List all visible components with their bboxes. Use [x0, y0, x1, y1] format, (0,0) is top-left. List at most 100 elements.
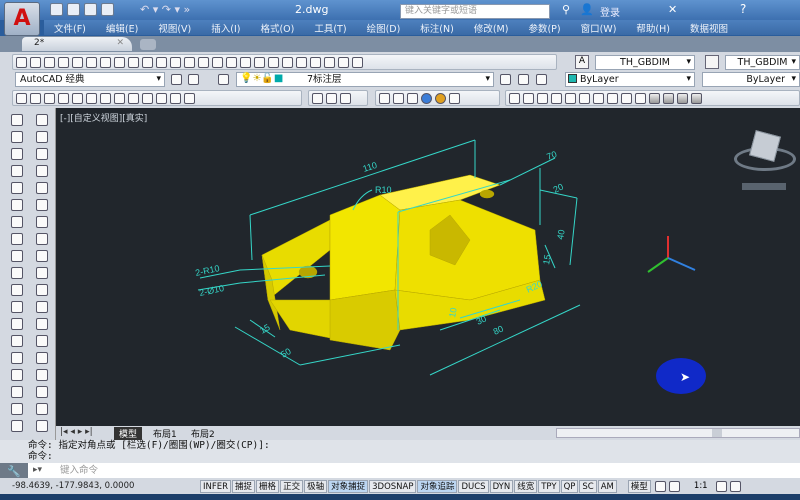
color-select[interactable]: ByLayer: [565, 72, 695, 87]
ucs-y-icon[interactable]: [156, 92, 167, 104]
sweep-icon[interactable]: [677, 92, 688, 104]
toggle-otrack[interactable]: 对象追踪: [417, 479, 458, 493]
open-icon[interactable]: [67, 3, 80, 16]
copy-icon[interactable]: [128, 56, 139, 68]
pan-icon[interactable]: [212, 56, 223, 68]
saveas-icon[interactable]: [101, 3, 114, 16]
visual-styles-manager-icon[interactable]: [449, 92, 460, 104]
circle-icon[interactable]: [11, 216, 23, 228]
orbit-icon[interactable]: [326, 92, 337, 104]
tab-nav-arrows[interactable]: |◂ ◂ ▸ ▸|: [60, 427, 93, 437]
calculator-icon[interactable]: [338, 56, 349, 68]
torus-icon[interactable]: [593, 92, 604, 104]
toggle-infer[interactable]: INFER: [200, 479, 232, 493]
polygon-icon[interactable]: [11, 165, 23, 177]
auto-scale-icon[interactable]: [729, 480, 741, 492]
menu-edit[interactable]: 编辑(E): [96, 20, 148, 35]
redo-icon[interactable]: [198, 56, 209, 68]
menu-draw[interactable]: 绘图(D): [357, 20, 411, 35]
user-icon[interactable]: 👤: [580, 3, 594, 16]
break-icon[interactable]: [36, 301, 48, 313]
search-input[interactable]: 键入关键字或短语: [400, 4, 550, 19]
toggle-ortho[interactable]: 正交: [280, 479, 304, 493]
undo-icon[interactable]: [184, 56, 195, 68]
toggle-osnap[interactable]: 对象捕捉: [328, 479, 369, 493]
undo-redo-icons[interactable]: ↶ ▾ ↷ ▾ »: [140, 3, 190, 16]
join-icon[interactable]: [36, 318, 48, 330]
viewcube[interactable]: [730, 125, 800, 195]
2d-wireframe-icon[interactable]: [379, 92, 390, 104]
region-icon[interactable]: [11, 386, 23, 398]
mirror-icon[interactable]: [36, 148, 48, 160]
quick-view-layouts-icon[interactable]: [654, 480, 666, 492]
3d-dwf-icon[interactable]: [100, 56, 111, 68]
print-icon[interactable]: [58, 56, 69, 68]
table-icon[interactable]: [11, 403, 23, 415]
save-icon[interactable]: [44, 56, 55, 68]
chamfer-icon[interactable]: [36, 335, 48, 347]
helix-icon[interactable]: [621, 92, 632, 104]
zoom-realtime-icon[interactable]: [226, 56, 237, 68]
tab-model[interactable]: 模型: [114, 427, 143, 440]
toggle-tpy[interactable]: TPY: [538, 479, 560, 493]
toggle-snap[interactable]: 捕捉: [232, 479, 256, 493]
dim-style-icon[interactable]: [705, 55, 719, 69]
layer-states-icon[interactable]: [536, 74, 547, 85]
3d-move-icon[interactable]: [312, 92, 323, 104]
save-icon[interactable]: [84, 3, 97, 16]
wedge-icon[interactable]: [537, 92, 548, 104]
toggle-lineweight[interactable]: 线宽: [514, 479, 538, 493]
layer-previous-icon[interactable]: [518, 74, 529, 85]
make-current-layer-icon[interactable]: [500, 74, 511, 85]
file-tab[interactable]: 2* ✕: [22, 37, 132, 51]
array-icon[interactable]: [36, 182, 48, 194]
revolve-icon[interactable]: [691, 92, 702, 104]
make-block-icon[interactable]: [11, 318, 23, 330]
ucs-x-icon[interactable]: [142, 92, 153, 104]
menu-data-view[interactable]: 数据视图: [680, 20, 738, 35]
menu-dimension[interactable]: 标注(N): [410, 20, 464, 35]
workspace-settings-icon[interactable]: [171, 74, 182, 85]
box-icon[interactable]: [523, 92, 534, 104]
presspull-icon[interactable]: [663, 92, 674, 104]
annotation-visibility-icon[interactable]: [715, 480, 727, 492]
new-icon[interactable]: [50, 3, 63, 16]
ucs-icon[interactable]: [16, 92, 27, 104]
toggle-qp[interactable]: QP: [560, 479, 579, 493]
rectangle-icon[interactable]: [11, 182, 23, 194]
viewport-label[interactable]: [-][自定义视图][真实]: [60, 111, 147, 124]
text-icon[interactable]: [36, 386, 48, 398]
trim-icon[interactable]: [36, 267, 48, 279]
menu-tools[interactable]: 工具(T): [304, 20, 356, 35]
pyramid-icon[interactable]: [607, 92, 618, 104]
free-orbit-icon[interactable]: [340, 92, 351, 104]
insert-block-icon[interactable]: [11, 301, 23, 313]
command-input[interactable]: 键入命令: [28, 463, 800, 478]
toggle-grid[interactable]: 栅格: [256, 479, 280, 493]
arc-icon[interactable]: [11, 199, 23, 211]
ucs-view-icon[interactable]: [86, 92, 97, 104]
erase-icon[interactable]: [36, 114, 48, 126]
text-edit-icon[interactable]: [36, 403, 48, 415]
hatch-icon[interactable]: [11, 352, 23, 364]
tool-palettes-icon[interactable]: [296, 56, 307, 68]
publish-icon[interactable]: [86, 56, 97, 68]
realistic-icon[interactable]: [421, 92, 432, 104]
ellipse-icon[interactable]: [11, 267, 23, 279]
workspace-icon[interactable]: [188, 74, 199, 85]
point-icon[interactable]: [11, 335, 23, 347]
ucs-apply-icon[interactable]: [184, 92, 195, 104]
quick-view-drawings-icon[interactable]: [668, 480, 680, 492]
zoom-window-icon[interactable]: [240, 56, 251, 68]
planar-surface-icon[interactable]: [635, 92, 646, 104]
wrench-icon[interactable]: 🔧: [0, 465, 28, 478]
paste-icon[interactable]: [142, 56, 153, 68]
help-icon[interactable]: ?: [740, 2, 746, 16]
scale-icon[interactable]: [36, 233, 48, 245]
find-icon[interactable]: [36, 420, 48, 432]
block-editor-icon[interactable]: [170, 56, 181, 68]
polysolid-icon[interactable]: [509, 92, 520, 104]
extrude-icon[interactable]: [649, 92, 660, 104]
ucs-3point-icon[interactable]: [128, 92, 139, 104]
toggle-am[interactable]: AM: [597, 479, 617, 493]
